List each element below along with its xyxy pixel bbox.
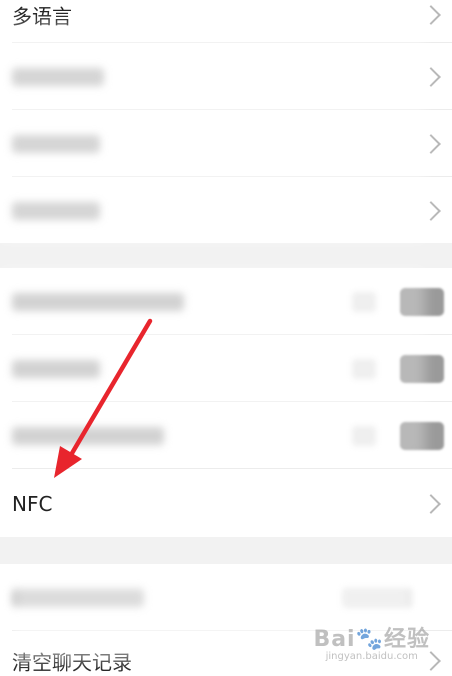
blurred-label [12,588,144,607]
toggle-switch[interactable] [400,421,444,450]
chevron-right-icon [421,493,441,514]
settings-toggle-blurred-1[interactable] [0,268,452,335]
chevron-right-icon [421,200,441,221]
settings-item-blurred-3[interactable] [0,177,452,244]
blurred-label [12,359,100,378]
chevron-right-icon [421,133,441,154]
settings-item-label: 清空聊天记录 [12,650,132,675]
blurred-label [12,67,104,86]
blurred-label [12,292,184,311]
settings-item-label: NFC [12,491,53,516]
section-separator [0,537,452,564]
settings-item-label: 多语言 [12,4,72,29]
blurred-value [342,587,412,608]
settings-item-blurred-1[interactable] [0,43,452,110]
toggle-switch[interactable] [400,354,444,383]
settings-item-blurred-2[interactable] [0,110,452,177]
toggle-switch[interactable] [400,287,444,316]
watermark-url: jingyan.baidu.com [325,651,418,662]
chevron-right-icon [421,66,441,87]
section-separator [0,243,452,268]
blurred-label [12,201,100,220]
watermark-brand: Bai🐾经验 [313,627,430,652]
blurred-label [12,134,100,153]
settings-item-multilanguage[interactable]: 多语言 [0,0,452,43]
chevron-right-icon [421,4,441,25]
blurred-element [352,358,376,379]
blurred-element [352,291,376,312]
blurred-element [352,425,376,446]
settings-item-nfc[interactable]: NFC [0,470,452,537]
settings-screen: 多语言 NFC 清空聊天记录 Bai🐾经验 jingyan.baidu.com [0,0,452,676]
blurred-label [12,426,164,445]
settings-toggle-blurred-3[interactable] [0,402,452,469]
settings-toggle-blurred-2[interactable] [0,335,452,402]
watermark: Bai🐾经验 jingyan.baidu.com [313,621,430,662]
